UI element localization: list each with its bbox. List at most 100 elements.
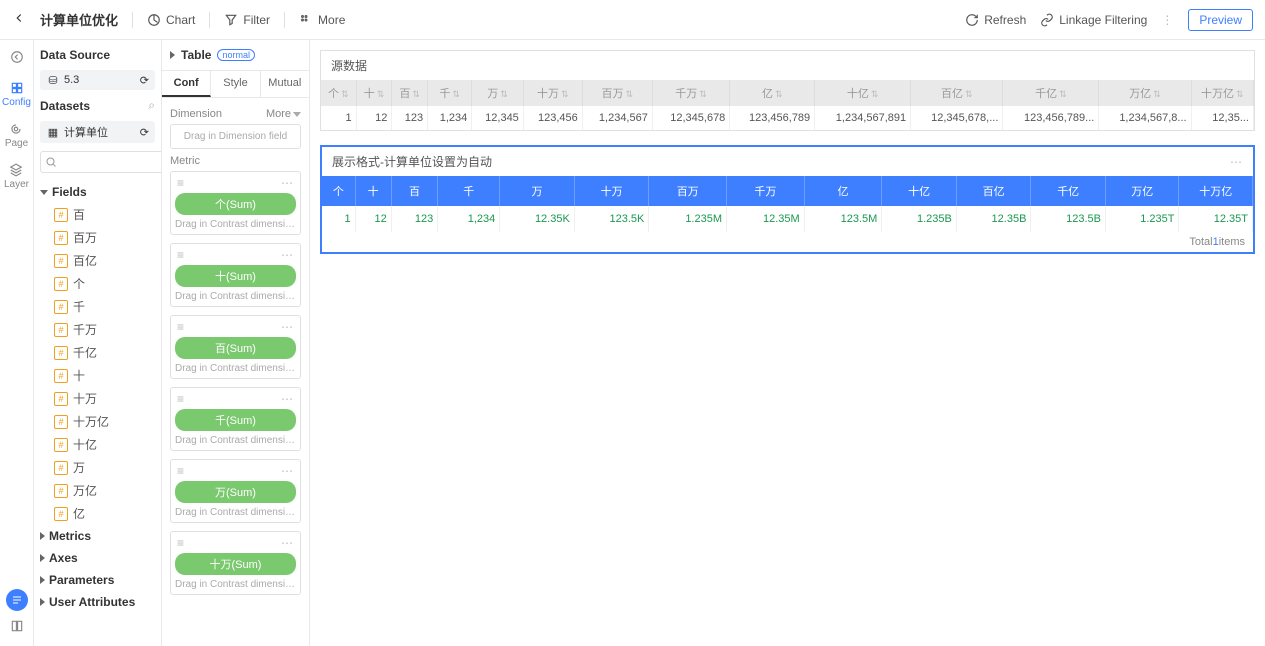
table-collapse-icon[interactable] — [170, 51, 175, 59]
col-header[interactable]: 万亿⇅ — [1099, 80, 1191, 106]
tab-mutual[interactable]: Mutual — [261, 71, 309, 97]
metric-menu[interactable]: ⋯ — [281, 248, 294, 262]
axes-tree-toggle[interactable]: Axes — [40, 547, 155, 569]
parameters-tree-toggle[interactable]: Parameters — [40, 569, 155, 591]
field-item[interactable]: #十 — [54, 364, 155, 387]
metric-pill[interactable]: 十(Sum) — [175, 265, 296, 287]
col-header[interactable]: 百万⇅ — [582, 80, 652, 106]
chart-button[interactable]: Chart — [147, 13, 195, 27]
col-header[interactable]: 十 — [355, 176, 391, 206]
preview-button[interactable]: Preview — [1188, 9, 1253, 31]
sort-icon[interactable]: ⇅ — [1153, 89, 1161, 99]
search-icon[interactable]: ⌕ — [148, 98, 155, 113]
field-search-input[interactable] — [40, 151, 162, 173]
metric-menu[interactable]: ⋯ — [281, 392, 294, 406]
field-item[interactable]: #万 — [54, 456, 155, 479]
col-header[interactable]: 万⇅ — [472, 80, 524, 106]
sort-icon[interactable]: ⇅ — [1059, 89, 1067, 99]
rail-layer[interactable]: Layer — [4, 163, 29, 190]
sort-icon[interactable]: ⇅ — [341, 89, 349, 99]
sort-icon[interactable]: ⇅ — [377, 89, 385, 99]
refresh-small-icon[interactable]: ⟳ — [140, 126, 149, 139]
col-header[interactable]: 个 — [322, 176, 355, 206]
tab-conf[interactable]: Conf — [162, 71, 211, 97]
fields-tree-toggle[interactable]: Fields — [40, 181, 155, 203]
sort-icon[interactable]: ⇅ — [500, 89, 508, 99]
field-item[interactable]: #十亿 — [54, 433, 155, 456]
metric-pill[interactable]: 个(Sum) — [175, 193, 296, 215]
metric-pill[interactable]: 万(Sum) — [175, 481, 296, 503]
sort-icon[interactable]: ⇅ — [626, 89, 634, 99]
field-item[interactable]: #千亿 — [54, 341, 155, 364]
col-header[interactable]: 亿 — [804, 176, 882, 206]
col-header[interactable]: 百 — [391, 176, 437, 206]
field-item[interactable]: #百万 — [54, 226, 155, 249]
linkage-button[interactable]: Linkage Filtering — [1040, 13, 1147, 27]
col-header[interactable]: 十万亿 — [1179, 176, 1253, 206]
metric-menu[interactable]: ⋯ — [281, 464, 294, 478]
field-item[interactable]: #百 — [54, 203, 155, 226]
userattrs-tree-toggle[interactable]: User Attributes — [40, 591, 155, 613]
metric-block[interactable]: ≡⋯十万(Sum)Drag in Contrast dimension fi..… — [170, 531, 301, 595]
metric-block[interactable]: ≡⋯万(Sum)Drag in Contrast dimension fi... — [170, 459, 301, 523]
rail-back-icon[interactable] — [10, 50, 24, 67]
col-header[interactable]: 万 — [500, 176, 575, 206]
metric-block[interactable]: ≡⋯千(Sum)Drag in Contrast dimension fi... — [170, 387, 301, 451]
filter-button[interactable]: Filter — [224, 13, 270, 27]
field-item[interactable]: #千万 — [54, 318, 155, 341]
refresh-button[interactable]: Refresh — [965, 13, 1026, 27]
sort-icon[interactable]: ⇅ — [871, 89, 879, 99]
sort-icon[interactable]: ⇅ — [699, 89, 707, 99]
field-item[interactable]: #十万亿 — [54, 410, 155, 433]
col-header[interactable]: 个⇅ — [321, 80, 356, 106]
sort-icon[interactable]: ⇅ — [561, 89, 569, 99]
col-header[interactable]: 十万⇅ — [523, 80, 582, 106]
field-item[interactable]: #亿 — [54, 502, 155, 525]
col-header[interactable]: 亿⇅ — [730, 80, 815, 106]
metric-pill[interactable]: 百(Sum) — [175, 337, 296, 359]
back-icon[interactable] — [12, 11, 26, 28]
metric-block[interactable]: ≡⋯十(Sum)Drag in Contrast dimension fi... — [170, 243, 301, 307]
field-item[interactable]: #个 — [54, 272, 155, 295]
col-header[interactable]: 千万 — [727, 176, 805, 206]
field-item[interactable]: #万亿 — [54, 479, 155, 502]
more-button[interactable]: More — [299, 13, 345, 27]
col-header[interactable]: 十亿⇅ — [815, 80, 911, 106]
col-header[interactable]: 十⇅ — [356, 80, 392, 106]
drag-handle-icon[interactable]: ≡ — [177, 464, 184, 478]
rail-page[interactable]: Page — [5, 122, 28, 149]
drag-handle-icon[interactable]: ≡ — [177, 248, 184, 262]
refresh-small-icon[interactable]: ⟳ — [140, 74, 149, 87]
drag-handle-icon[interactable]: ≡ — [177, 536, 184, 550]
col-header[interactable]: 百万 — [649, 176, 727, 206]
col-header[interactable]: 百亿 — [956, 176, 1031, 206]
col-header[interactable]: 千亿⇅ — [1003, 80, 1099, 106]
sort-icon[interactable]: ⇅ — [1236, 89, 1244, 99]
col-header[interactable]: 万亿 — [1105, 176, 1178, 206]
rail-config[interactable]: Config — [2, 81, 31, 108]
field-item[interactable]: #百亿 — [54, 249, 155, 272]
metric-pill[interactable]: 千(Sum) — [175, 409, 296, 431]
field-item[interactable]: #千 — [54, 295, 155, 318]
drag-handle-icon[interactable]: ≡ — [177, 320, 184, 334]
metrics-tree-toggle[interactable]: Metrics — [40, 525, 155, 547]
card-display-format[interactable]: 展示格式-计算单位设置为自动⋯ 个十百千万十万百万千万亿十亿百亿千亿万亿十万亿1… — [320, 145, 1255, 254]
col-header[interactable]: 十万 — [574, 176, 649, 206]
col-header[interactable]: 千万⇅ — [652, 80, 729, 106]
dimension-dropzone[interactable]: Drag in Dimension field — [170, 124, 301, 149]
sort-icon[interactable]: ⇅ — [452, 89, 460, 99]
dataset-pill[interactable]: ▦计算单位 ⟳ — [40, 121, 155, 143]
drag-handle-icon[interactable]: ≡ — [177, 176, 184, 190]
col-header[interactable]: 百亿⇅ — [911, 80, 1003, 106]
overflow-menu[interactable]: ⋮ — [1161, 13, 1174, 27]
data-source-pill[interactable]: ⛁5.3 ⟳ — [40, 70, 155, 90]
card-source-data[interactable]: 源数据 个⇅十⇅百⇅千⇅万⇅十万⇅百万⇅千万⇅亿⇅十亿⇅百亿⇅千亿⇅万亿⇅十万亿… — [320, 50, 1255, 131]
help-bubble[interactable] — [6, 589, 28, 611]
col-header[interactable]: 千亿 — [1031, 176, 1106, 206]
book-icon[interactable] — [10, 619, 24, 636]
metric-pill[interactable]: 十万(Sum) — [175, 553, 296, 575]
metric-menu[interactable]: ⋯ — [281, 320, 294, 334]
sort-icon[interactable]: ⇅ — [775, 89, 783, 99]
field-item[interactable]: #十万 — [54, 387, 155, 410]
col-header[interactable]: 十万亿⇅ — [1191, 80, 1253, 106]
